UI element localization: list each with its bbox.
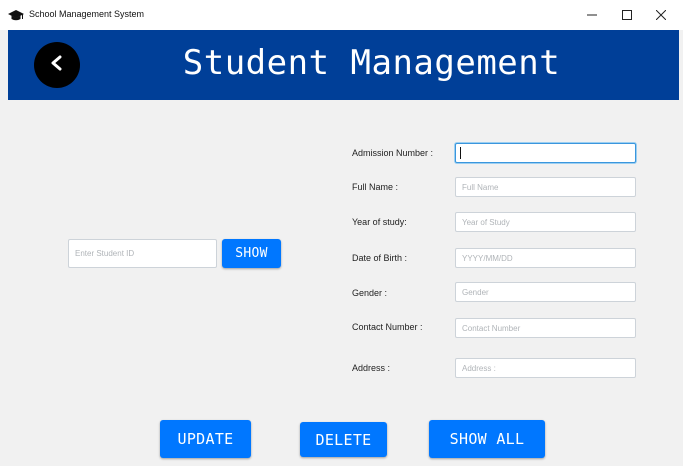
year-of-study-label: Year of study: [352, 217, 407, 227]
maximize-icon[interactable] [613, 5, 641, 25]
page-title: Student Management [182, 43, 561, 83]
header-bar: Student Management [8, 30, 679, 100]
gender-label: Gender : [352, 288, 388, 298]
show-button[interactable]: SHOW [222, 239, 281, 268]
contact-number-label: Contact Number : [352, 322, 423, 332]
show-all-button[interactable]: SHOW ALL [429, 420, 545, 458]
year-of-study-field[interactable] [455, 212, 636, 232]
text-caret [460, 147, 461, 159]
student-id-input[interactable] [68, 239, 217, 268]
delete-button[interactable]: DELETE [300, 422, 387, 457]
minimize-icon[interactable] [578, 5, 606, 25]
admission-number-field[interactable] [455, 143, 636, 163]
address-label: Address : [352, 363, 391, 373]
full-name-label: Full Name : [352, 182, 399, 192]
window-title: School Management System [29, 9, 145, 19]
full-name-field[interactable] [455, 177, 636, 197]
main-panel: SHOW Admission Number : Full Name : Year… [8, 100, 679, 466]
update-button[interactable]: UPDATE [160, 420, 251, 458]
date-of-birth-label: Date of Birth : [352, 253, 408, 263]
address-field[interactable] [455, 358, 636, 378]
date-of-birth-field[interactable] [455, 248, 636, 268]
window-titlebar: School Management System [0, 0, 683, 30]
gender-field[interactable] [455, 282, 636, 302]
admission-number-label: Admission Number : [352, 148, 434, 158]
close-icon[interactable] [647, 5, 675, 25]
graduation-cap-icon [8, 9, 24, 21]
contact-number-field[interactable] [455, 318, 636, 338]
